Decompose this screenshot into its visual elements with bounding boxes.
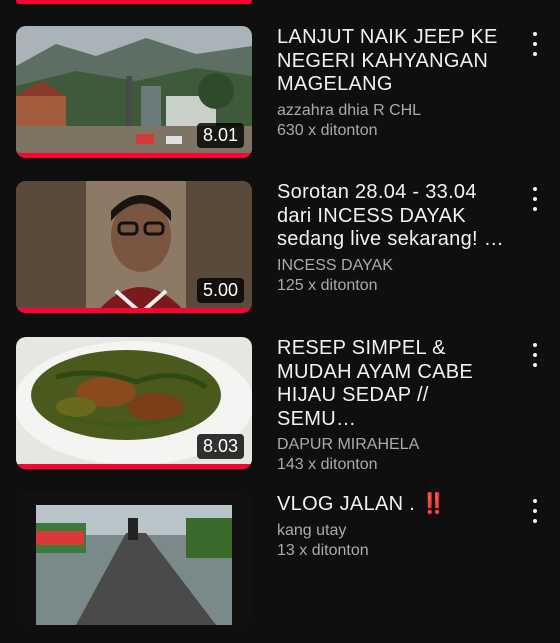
video-thumbnail[interactable]: 8.01 xyxy=(16,26,252,158)
video-thumbnail[interactable]: 5.00 xyxy=(16,181,252,313)
watch-progress-bar xyxy=(16,308,252,313)
channel-name[interactable]: INCESS DAYAK xyxy=(277,256,509,276)
view-count: 125 x ditonton xyxy=(277,276,378,294)
more-options-icon[interactable] xyxy=(527,343,543,367)
watch-progress-bar xyxy=(16,153,252,158)
video-title[interactable]: LANJUT NAIK JEEP KE NEGERI KAHYANGAN MAG… xyxy=(277,26,509,97)
view-count: 630 x ditonton xyxy=(277,121,378,139)
video-thumbnail[interactable]: 8.03 xyxy=(16,337,252,469)
video-title[interactable]: VLOG JALAN . ‼️ xyxy=(277,493,509,517)
view-count: 13 x ditonton xyxy=(277,541,369,559)
video-item[interactable]: 5.00 Sorotan 28.04 - 33.04 dari INCESS D… xyxy=(0,181,560,331)
video-thumbnail[interactable] xyxy=(16,493,252,625)
duration-badge: 5.00 xyxy=(196,278,244,303)
more-options-icon[interactable] xyxy=(527,187,543,211)
video-item[interactable]: 8.03 RESEP SIMPEL & MUDAH AYAM CABE HIJA… xyxy=(0,337,560,487)
channel-name[interactable]: DAPUR MIRAHELA xyxy=(277,435,509,455)
channel-name[interactable]: kang utay xyxy=(277,521,509,541)
watch-progress-bar xyxy=(16,464,252,469)
channel-name[interactable]: azzahra dhia R CHL xyxy=(277,101,509,121)
video-title[interactable]: Sorotan 28.04 - 33.04 dari INCESS DAYAK … xyxy=(277,181,509,252)
road-motorcycle-thumbnail xyxy=(16,493,252,625)
video-item[interactable]: 8.01 LANJUT NAIK JEEP KE NEGERI KAHYANGA… xyxy=(0,26,560,176)
video-item[interactable]: VLOG JALAN . ‼️ kang utay 13 x ditonton xyxy=(0,493,560,643)
previous-video-progress-bar xyxy=(16,0,252,4)
view-count: 143 x ditonton xyxy=(277,456,378,473)
duration-badge: 8.01 xyxy=(196,123,244,148)
more-options-icon[interactable] xyxy=(527,32,543,56)
more-options-icon[interactable] xyxy=(527,499,543,523)
duration-badge: 8.03 xyxy=(196,434,244,459)
video-title[interactable]: RESEP SIMPEL & MUDAH AYAM CABE HIJAU SED… xyxy=(277,337,509,431)
